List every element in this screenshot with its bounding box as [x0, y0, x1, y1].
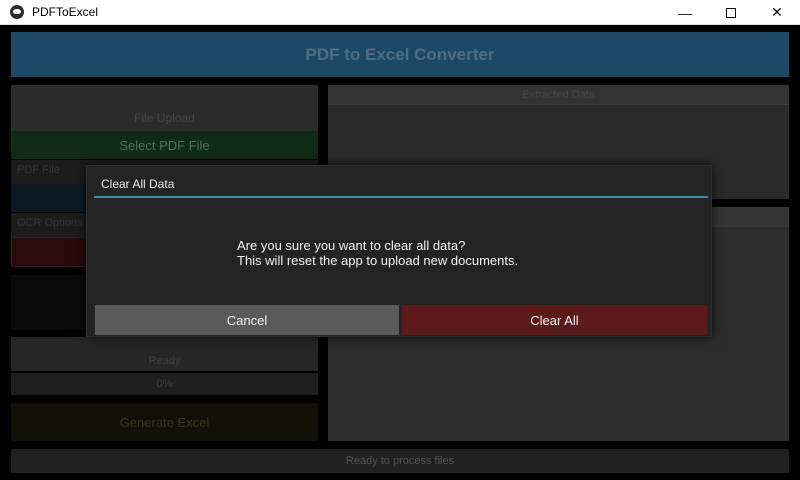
- select-pdf-label: Select PDF File: [119, 137, 210, 153]
- clear-all-label: Clear All: [530, 312, 579, 328]
- window-controls: — ✕: [662, 0, 800, 25]
- generate-excel-button[interactable]: Generate Excel: [11, 403, 318, 441]
- window-title: PDFToExcel: [32, 5, 99, 19]
- progress-percent: 0%: [156, 378, 173, 390]
- status-text: Ready to process files: [345, 455, 455, 467]
- extracted-data-header: Extracted Data: [328, 85, 789, 105]
- minimize-icon: —: [678, 4, 692, 21]
- ocr-label: OCR Options: [17, 217, 83, 229]
- cancel-button[interactable]: Cancel: [95, 305, 399, 335]
- app-header-title: PDF to Excel Converter: [305, 44, 495, 64]
- maximize-icon: [726, 7, 736, 18]
- progress-bar: 0%: [11, 373, 318, 395]
- close-window-button[interactable]: ✕: [754, 0, 800, 25]
- dialog-message: Are you sure you want to clear all data?…: [237, 238, 518, 268]
- select-pdf-button[interactable]: Select PDF File: [11, 131, 318, 159]
- ready-row: Ready: [11, 337, 318, 371]
- clear-all-dialog: Clear All Data Are you sure you want to …: [86, 165, 712, 337]
- dialog-message-line2: This will reset the app to upload new do…: [237, 253, 519, 268]
- clear-all-button[interactable]: Clear All: [402, 305, 707, 335]
- generate-excel-label: Generate Excel: [119, 414, 210, 430]
- window-titlebar: PDFToExcel — ✕: [0, 0, 800, 25]
- file-upload-label: File Upload: [134, 111, 195, 125]
- dialog-message-line1: Are you sure you want to clear all data?: [237, 238, 466, 253]
- ready-label: Ready: [148, 355, 181, 367]
- dialog-title: Clear All Data: [101, 177, 175, 191]
- maximize-button[interactable]: [708, 0, 754, 25]
- dialog-divider: [94, 196, 708, 198]
- pdf-file-label: PDF File: [17, 164, 60, 176]
- cancel-label: Cancel: [226, 312, 268, 328]
- extracted-data-label: Extracted Data: [522, 88, 595, 101]
- minimize-button[interactable]: —: [662, 0, 708, 25]
- app-header-banner: PDF to Excel Converter: [11, 32, 789, 77]
- close-icon: ✕: [771, 4, 783, 20]
- status-bar: Ready to process files: [11, 449, 789, 473]
- app-logo-icon: [10, 5, 24, 19]
